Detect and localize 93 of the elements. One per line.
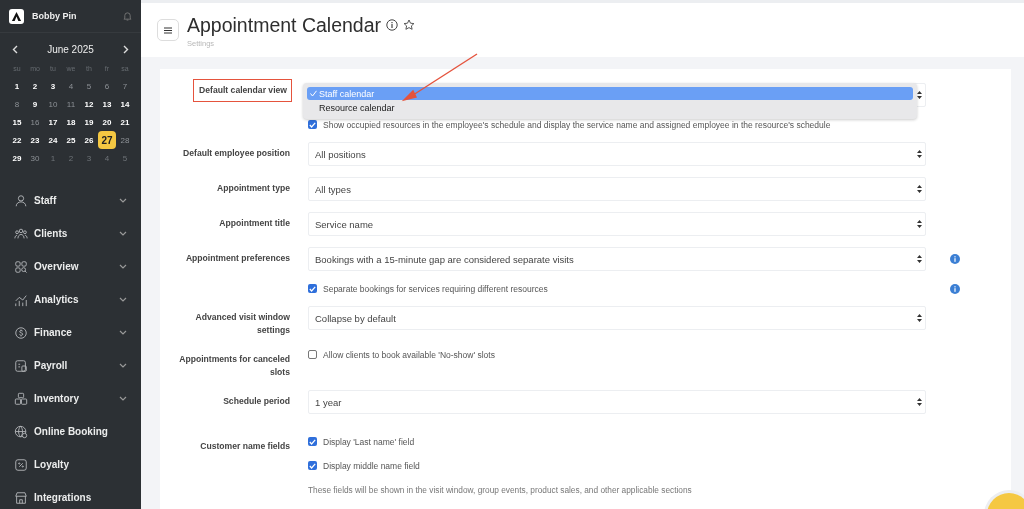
info-icon[interactable] [386, 19, 399, 31]
calendar-day[interactable]: 28 [116, 131, 134, 149]
calendar-day[interactable]: 11 [62, 95, 80, 113]
calendar-day[interactable]: 19 [80, 113, 98, 131]
checkbox-label: Separate bookings for services requiring different resources [323, 283, 548, 294]
select-field[interactable]: 1 year [308, 390, 926, 414]
store-icon [14, 490, 28, 505]
percent-icon [14, 457, 28, 472]
checkbox-label: Show occupied resources in the employee's schedule and display the service name and assigned employee in the resource's schedule [323, 119, 831, 130]
help-text: These fields will be shown in the visit window, group events, product sales, and other applicable sections [308, 485, 692, 495]
sort-arrows-icon [917, 91, 922, 99]
nav-item[interactable]: Online Booking [0, 415, 141, 448]
nav-item[interactable]: Finance [0, 316, 141, 349]
calendar-day[interactable]: 27 [98, 131, 116, 149]
checkbox-label: Allow clients to book available 'No-show' slots [323, 349, 495, 360]
calendar-day[interactable]: 5 [80, 77, 98, 95]
next-month-icon[interactable] [123, 44, 129, 54]
previous-month-icon[interactable] [12, 44, 18, 54]
calendar-day[interactable]: 12 [80, 95, 98, 113]
bell-icon[interactable] [123, 11, 132, 21]
calendar-day[interactable]: 21 [116, 113, 134, 131]
calendar-day[interactable]: 14 [116, 95, 134, 113]
calendar-day[interactable]: 26 [80, 131, 98, 149]
nav-item[interactable]: Clients [0, 217, 141, 250]
nav-item[interactable]: Inventory [0, 382, 141, 415]
calendar-day[interactable]: 20 [98, 113, 116, 131]
calendar-day[interactable]: 17 [44, 113, 62, 131]
calendar-day[interactable]: 4 [62, 77, 80, 95]
check-icon [310, 90, 317, 97]
checkbox[interactable] [308, 350, 317, 359]
globe-icon [14, 424, 28, 439]
sort-arrows-icon [917, 220, 922, 228]
document-icon [14, 358, 28, 373]
setting-label: Schedule period [223, 395, 290, 408]
nav-item[interactable]: Analytics [0, 283, 141, 316]
select-field[interactable]: Collapse by default [308, 306, 926, 330]
calendar-day[interactable]: 6 [98, 77, 116, 95]
calendar-day[interactable]: 8 [8, 95, 26, 113]
select-field[interactable]: Bookings with a 15-minute gap are considered separate visits [308, 247, 926, 271]
info-icon[interactable] [950, 283, 960, 294]
sort-arrows-icon [917, 398, 922, 406]
select-field[interactable]: All positions [308, 142, 926, 166]
setting-label: Appointment title [219, 217, 290, 230]
setting-label: Appointments for canceled slots [178, 353, 290, 379]
calendar-day[interactable]: 13 [98, 95, 116, 113]
setting-label: Default employee position [183, 147, 290, 160]
menu-icon [164, 26, 172, 34]
calendar-day[interactable]: 3 [44, 77, 62, 95]
calendar-day[interactable]: 2 [26, 77, 44, 95]
sort-arrows-icon [917, 314, 922, 322]
calendar-day[interactable]: 29 [8, 149, 26, 167]
setting-label: Customer name fields [200, 440, 290, 453]
grid-search-icon [14, 259, 28, 274]
calendar-day[interactable]: 16 [26, 113, 44, 131]
calendar-day[interactable]: 22 [8, 131, 26, 149]
calendar-day[interactable]: 25 [62, 131, 80, 149]
calendar-day[interactable]: 1 [8, 77, 26, 95]
select-field[interactable]: All types [308, 177, 926, 201]
setting-label: Appointment preferences [185, 252, 290, 265]
sort-arrows-icon [917, 150, 922, 158]
calendar-day[interactable]: 15 [8, 113, 26, 131]
nav-item[interactable]: Integrations [0, 481, 141, 509]
page-title: Appointment Calendar [187, 13, 382, 37]
calendar-day[interactable]: 18 [62, 113, 80, 131]
calendar-month: June 2025 [47, 43, 94, 55]
setting-label: Appointment type [216, 182, 290, 195]
info-icon[interactable] [950, 254, 960, 264]
calendar-day[interactable]: 9 [26, 95, 44, 113]
nav-item[interactable]: Loyalty [0, 448, 141, 481]
setting-label: Advanced visit window settings [194, 311, 290, 337]
setting-label: Default calendar view [193, 79, 292, 102]
checkbox-label: Display 'Last name' field [323, 436, 415, 447]
calendar-day[interactable]: 7 [116, 77, 134, 95]
menu-button[interactable] [157, 19, 179, 41]
star-icon[interactable] [403, 19, 416, 31]
logo-icon [9, 8, 24, 24]
calendar-day[interactable]: 30 [26, 149, 44, 167]
nav-item[interactable]: Payroll [0, 349, 141, 382]
sort-arrows-icon [917, 185, 922, 193]
select-field[interactable]: Service name [308, 212, 926, 236]
dropdown-option[interactable]: Resource calendar [307, 101, 913, 114]
sort-arrows-icon [917, 255, 922, 263]
calendar-day[interactable]: 24 [44, 131, 62, 149]
boxes-icon [14, 391, 28, 406]
brand-name: Bobby Pin [32, 11, 78, 21]
calendar-day[interactable]: 23 [26, 131, 44, 149]
nav-item[interactable]: Overview [0, 250, 141, 283]
people-icon [14, 226, 28, 241]
nav-item[interactable]: Staff [0, 184, 141, 217]
calendar-day[interactable]: 10 [44, 95, 62, 113]
person-icon [14, 193, 28, 208]
coin-icon [14, 325, 28, 340]
checkbox-label: Display middle name field [323, 460, 420, 471]
